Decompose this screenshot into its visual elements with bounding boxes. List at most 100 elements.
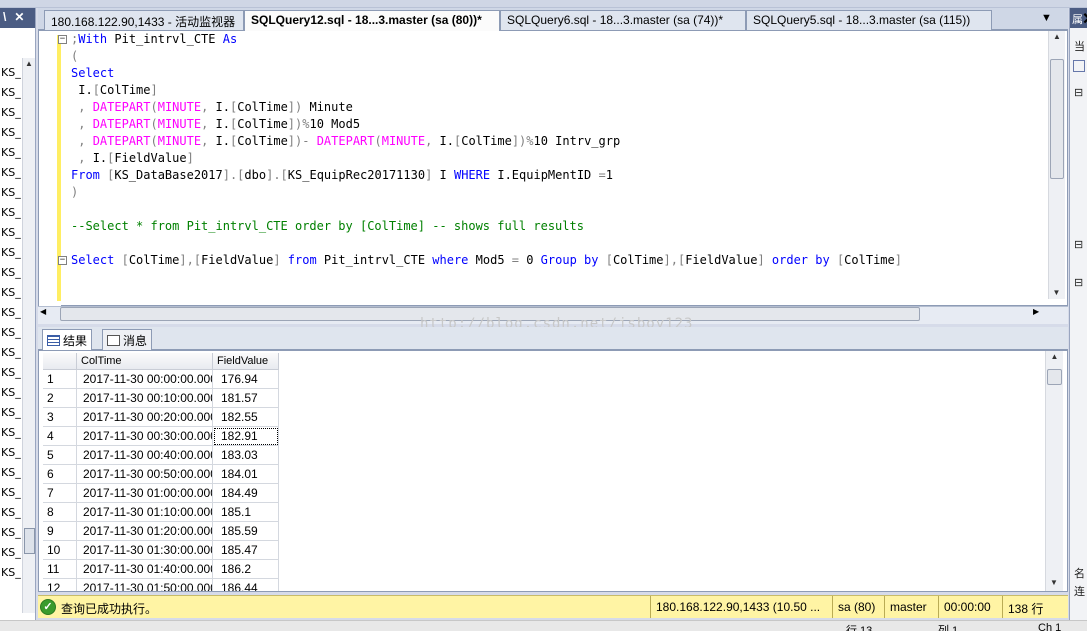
table-row[interactable]: 4 2017-11-30 00:30:00.000 182.91: [43, 427, 279, 446]
scroll-down-icon[interactable]: ▼: [1049, 287, 1064, 299]
tree-item[interactable]: KS_: [0, 543, 22, 563]
tab-results[interactable]: 结果: [42, 329, 93, 351]
cell-fieldvalue[interactable]: 176.94: [213, 370, 279, 389]
tree-item[interactable]: KS_: [0, 103, 22, 123]
row-number[interactable]: 2: [43, 389, 77, 408]
cell-fieldvalue[interactable]: 185.59: [213, 522, 279, 541]
cell-fieldvalue[interactable]: 185.47: [213, 541, 279, 560]
tree-item[interactable]: KS_: [0, 303, 22, 323]
cell-coltime[interactable]: 2017-11-30 01:40:00.000: [77, 560, 213, 579]
collapse-icon[interactable]: ⊟: [1074, 86, 1083, 99]
tab-activity-monitor[interactable]: 180.168.122.90,1433 - 活动监视器: [44, 10, 244, 30]
scroll-thumb[interactable]: [24, 528, 35, 554]
column-header-fieldvalue[interactable]: FieldValue: [213, 353, 279, 370]
cell-fieldvalue[interactable]: 181.57: [213, 389, 279, 408]
table-row[interactable]: 10 2017-11-30 01:30:00.000 185.47: [43, 541, 279, 560]
row-number[interactable]: 1: [43, 370, 77, 389]
tree-item[interactable]: KS_: [0, 163, 22, 183]
table-row[interactable]: 2 2017-11-30 00:10:00.000 181.57: [43, 389, 279, 408]
tree-item[interactable]: KS_: [0, 443, 22, 463]
tab-sqlquery12[interactable]: SQLQuery12.sql - 18...3.master (sa (80))…: [244, 10, 500, 31]
table-row[interactable]: 7 2017-11-30 01:00:00.000 184.49: [43, 484, 279, 503]
table-row[interactable]: 8 2017-11-30 01:10:00.000 185.1: [43, 503, 279, 522]
column-header-coltime[interactable]: ColTime: [77, 353, 213, 370]
scroll-up-icon[interactable]: ▲: [1049, 31, 1065, 43]
tree-item[interactable]: KS_: [0, 183, 22, 203]
tree-item[interactable]: KS_: [0, 463, 22, 483]
table-row[interactable]: 6 2017-11-30 00:50:00.000 184.01: [43, 465, 279, 484]
tree-item[interactable]: KS_: [0, 63, 22, 83]
code-area[interactable]: ;With Pit_intrvl_CTE As(Select I.[ColTim…: [71, 31, 1046, 296]
tree-item[interactable]: KS_: [0, 223, 22, 243]
table-row[interactable]: 5 2017-11-30 00:40:00.000 183.03: [43, 446, 279, 465]
row-number-header[interactable]: [43, 353, 77, 370]
tree-item[interactable]: KS_: [0, 263, 22, 283]
sql-editor[interactable]: − − ;With Pit_intrvl_CTE As(Select I.[Co…: [38, 30, 1068, 307]
row-number[interactable]: 9: [43, 522, 77, 541]
row-number[interactable]: 12: [43, 579, 77, 591]
tree-item[interactable]: KS_: [0, 343, 22, 363]
tree-item[interactable]: KS_: [0, 123, 22, 143]
row-number[interactable]: 8: [43, 503, 77, 522]
close-icon[interactable]: ✕: [1082, 9, 1087, 29]
collapse-icon[interactable]: ⊟: [1074, 238, 1083, 251]
row-number[interactable]: 10: [43, 541, 77, 560]
row-number[interactable]: 11: [43, 560, 77, 579]
tree-item[interactable]: KS_: [0, 143, 22, 163]
cell-fieldvalue[interactable]: 186.2: [213, 560, 279, 579]
tree-item[interactable]: KS_: [0, 423, 22, 443]
cell-coltime[interactable]: 2017-11-30 00:20:00.000: [77, 408, 213, 427]
cell-coltime[interactable]: 2017-11-30 00:30:00.000: [77, 427, 213, 446]
collapse-icon[interactable]: −: [58, 35, 67, 44]
cell-fieldvalue[interactable]: 185.1: [213, 503, 279, 522]
table-row[interactable]: 11 2017-11-30 01:40:00.000 186.2: [43, 560, 279, 579]
scroll-left-icon[interactable]: ◀: [40, 307, 46, 316]
row-number[interactable]: 4: [43, 427, 77, 446]
cell-fieldvalue[interactable]: 182.55: [213, 408, 279, 427]
cell-coltime[interactable]: 2017-11-30 01:00:00.000: [77, 484, 213, 503]
collapse-icon[interactable]: −: [58, 256, 67, 265]
cell-fieldvalue[interactable]: 186.44: [213, 579, 279, 591]
scroll-up-icon[interactable]: ▲: [1046, 351, 1063, 363]
tab-sqlquery5[interactable]: SQLQuery5.sql - 18...3.master (sa (115)): [746, 10, 992, 30]
cell-fieldvalue[interactable]: 183.03: [213, 446, 279, 465]
cell-coltime[interactable]: 2017-11-30 01:20:00.000: [77, 522, 213, 541]
scroll-thumb[interactable]: [1050, 59, 1064, 179]
table-row[interactable]: 12 2017-11-30 01:50:00.000 186.44: [43, 579, 279, 591]
cell-coltime[interactable]: 2017-11-30 00:10:00.000: [77, 389, 213, 408]
close-icon[interactable]: ✕: [14, 10, 24, 26]
row-number[interactable]: 3: [43, 408, 77, 427]
tree-item[interactable]: KS_: [0, 403, 22, 423]
scroll-thumb[interactable]: [1047, 369, 1062, 385]
row-number[interactable]: 5: [43, 446, 77, 465]
table-row[interactable]: 1 2017-11-30 00:00:00.000 176.94: [43, 370, 279, 389]
cell-coltime[interactable]: 2017-11-30 01:50:00.000: [77, 579, 213, 591]
tree-item[interactable]: KS_: [0, 203, 22, 223]
table-row[interactable]: 9 2017-11-30 01:20:00.000 185.59: [43, 522, 279, 541]
categorized-icon[interactable]: [1073, 60, 1085, 72]
row-number[interactable]: 7: [43, 484, 77, 503]
tree-item[interactable]: KS_: [0, 323, 22, 343]
tree-item[interactable]: KS_: [0, 83, 22, 103]
scroll-up-icon[interactable]: ▲: [23, 58, 35, 70]
cell-fieldvalue[interactable]: 184.01: [213, 465, 279, 484]
pin-icon[interactable]: \: [3, 10, 6, 26]
tab-sqlquery6[interactable]: SQLQuery6.sql - 18...3.master (sa (74))*: [500, 10, 746, 30]
tree-item[interactable]: KS_: [0, 363, 22, 383]
tree-item[interactable]: KS_: [0, 383, 22, 403]
cell-coltime[interactable]: 2017-11-30 00:00:00.000: [77, 370, 213, 389]
chevron-down-icon[interactable]: ▼: [1041, 12, 1052, 24]
scroll-right-icon[interactable]: ▶: [1033, 307, 1039, 316]
cell-fieldvalue[interactable]: 182.91: [213, 427, 279, 446]
cell-fieldvalue[interactable]: 184.49: [213, 484, 279, 503]
scroll-down-icon[interactable]: ▼: [1046, 577, 1062, 589]
tree-item[interactable]: KS_: [0, 523, 22, 543]
editor-vertical-scrollbar[interactable]: ▲ ▼: [1048, 31, 1065, 299]
cell-coltime[interactable]: 2017-11-30 01:10:00.000: [77, 503, 213, 522]
cell-coltime[interactable]: 2017-11-30 01:30:00.000: [77, 541, 213, 560]
cell-coltime[interactable]: 2017-11-30 00:50:00.000: [77, 465, 213, 484]
tab-messages[interactable]: 消息: [102, 329, 153, 350]
table-row[interactable]: 3 2017-11-30 00:20:00.000 182.55: [43, 408, 279, 427]
tree-item[interactable]: KS_: [0, 243, 22, 263]
tree-item[interactable]: KS_: [0, 483, 22, 503]
